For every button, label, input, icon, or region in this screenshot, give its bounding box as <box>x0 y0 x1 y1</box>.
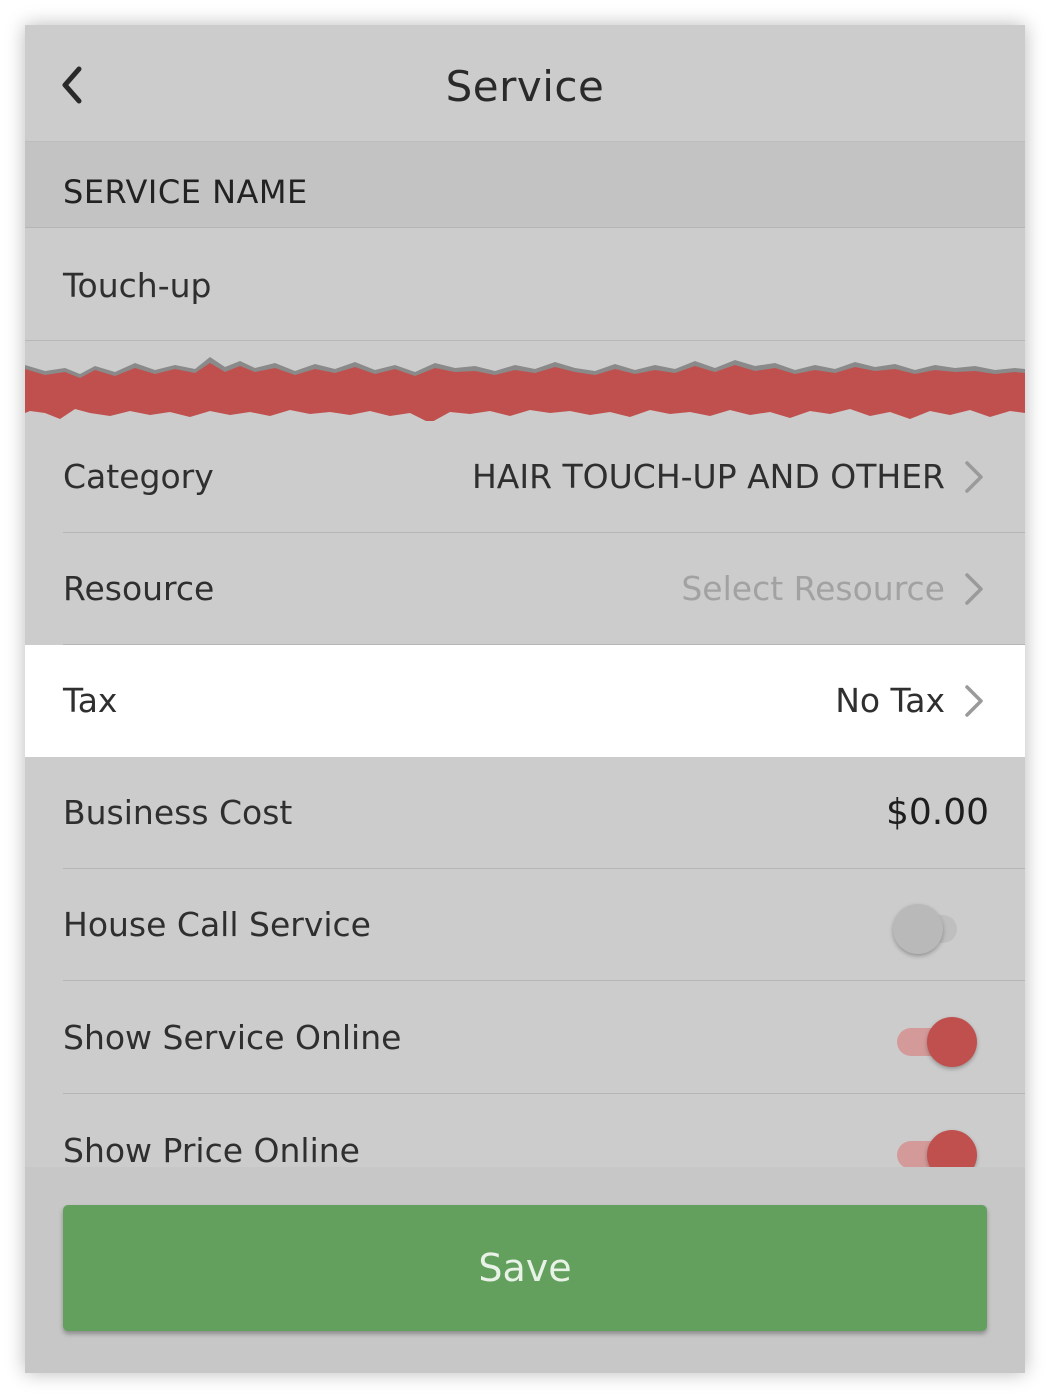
business-cost-row[interactable]: Business Cost $0.00 <box>25 757 1025 869</box>
tax-value: No Tax <box>835 681 945 720</box>
nav-header: Service <box>25 25 1025 142</box>
chevron-right-icon <box>965 573 983 605</box>
chevron-right-icon <box>965 685 983 717</box>
page-title: Service <box>445 62 605 111</box>
section-header-label: SERVICE NAME <box>63 173 308 211</box>
service-screen: Service SERVICE NAME Touch-up Category H… <box>25 25 1025 1373</box>
category-value: HAIR TOUCH-UP AND OTHER <box>471 457 945 496</box>
business-cost-value: $0.00 <box>885 792 989 833</box>
row-divider <box>63 980 1025 981</box>
footer-bar: Save <box>25 1167 1025 1373</box>
resource-placeholder: Select Resource <box>681 569 945 608</box>
chevron-right-icon <box>965 461 983 493</box>
save-button[interactable]: Save <box>63 1205 987 1331</box>
resource-row[interactable]: Resource Select Resource <box>25 533 1025 645</box>
section-header-service-name: SERVICE NAME <box>25 142 1025 228</box>
toggle-knob <box>927 1017 977 1067</box>
chevron-left-icon <box>62 66 82 104</box>
toggle-knob <box>893 904 943 954</box>
show-service-online-row: Show Service Online <box>25 982 1025 1094</box>
house-call-label: House Call Service <box>63 905 371 944</box>
category-row[interactable]: Category HAIR TOUCH-UP AND OTHER <box>25 421 1025 533</box>
resource-label: Resource <box>63 569 215 608</box>
house-call-toggle[interactable] <box>893 903 981 954</box>
house-call-row: House Call Service <box>25 869 1025 981</box>
show-service-online-toggle[interactable] <box>897 1016 981 1067</box>
back-button[interactable] <box>55 63 95 107</box>
show-service-online-label: Show Service Online <box>63 1018 402 1057</box>
business-cost-label: Business Cost <box>63 793 293 832</box>
service-name-value: Touch-up <box>63 266 212 305</box>
service-name-field[interactable]: Touch-up <box>25 228 1025 341</box>
tax-label: Tax <box>63 681 118 720</box>
row-divider <box>63 1093 1025 1094</box>
tax-row[interactable]: Tax No Tax <box>25 645 1025 757</box>
category-label: Category <box>63 457 214 496</box>
